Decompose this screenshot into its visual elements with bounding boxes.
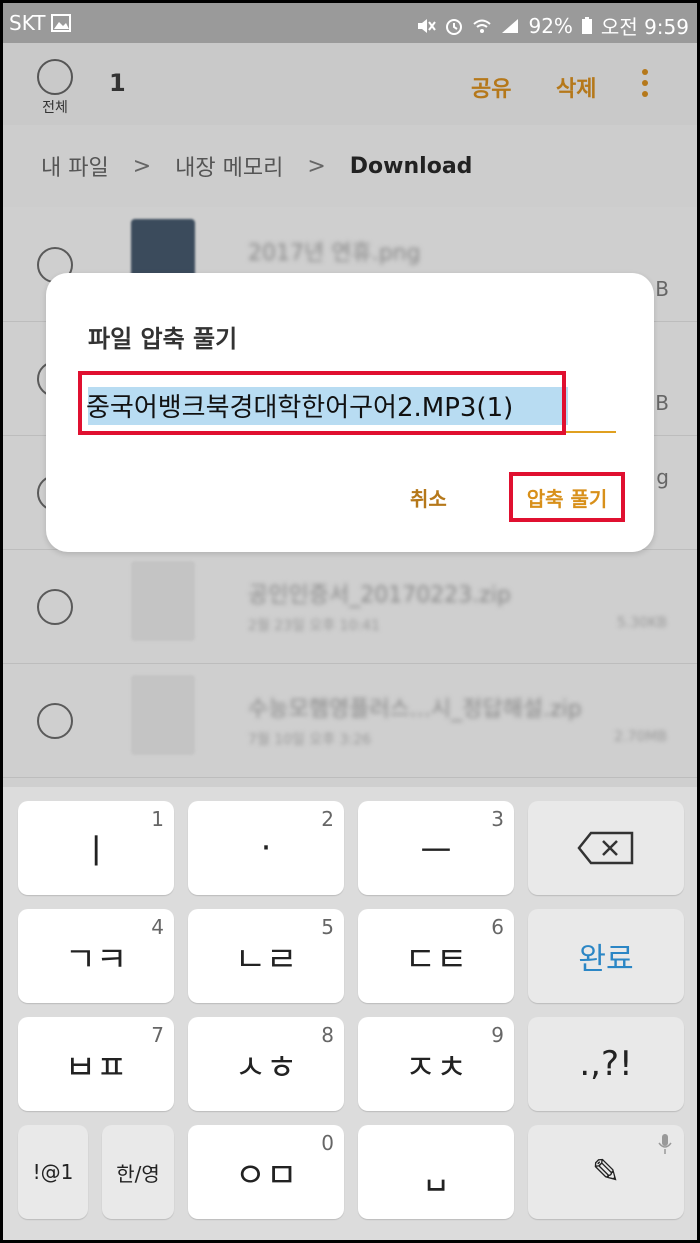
space-key[interactable]: ␣	[358, 1125, 514, 1219]
breadcrumb-separator: >	[132, 153, 152, 179]
file-name-edge: g	[656, 465, 669, 489]
backspace-icon	[528, 801, 684, 895]
item-checkbox-icon[interactable]	[37, 703, 73, 739]
key-dot[interactable]: 2 ·	[188, 801, 344, 895]
key-digeut-tieut[interactable]: 6 ㄷㅌ	[358, 909, 514, 1003]
breadcrumb-internal-storage[interactable]: 내장 메모리	[175, 150, 283, 182]
battery-percent: 92%	[528, 13, 573, 38]
delete-button[interactable]: 삭제	[556, 71, 596, 103]
key-jieut-chieut[interactable]: 9 ㅈㅊ	[358, 1017, 514, 1111]
clock: 오전 9:59	[600, 15, 689, 39]
file-size: 5.30KB	[617, 615, 667, 631]
item-checkbox-icon[interactable]	[37, 589, 73, 625]
key-ieung-mieum[interactable]: 0 ㅇㅁ	[188, 1125, 344, 1219]
file-date: 2월 23일 오후 10:41	[248, 618, 380, 634]
file-size-edge: B	[655, 277, 669, 301]
breadcrumb-current-folder: Download	[349, 153, 473, 179]
annotation-highlight-box	[78, 371, 566, 435]
zip-file-icon	[131, 561, 195, 641]
status-bar: SKT 92% 오전 9:59	[3, 3, 697, 43]
language-switch-key[interactable]: 한/영	[102, 1125, 174, 1219]
list-item[interactable]: 공인인증서_20170223.zip 2월 23일 오후 10:41 5.30K…	[3, 549, 697, 664]
share-button[interactable]: 공유	[471, 71, 511, 103]
key-bieup-pieup[interactable]: 7 ㅂㅍ	[18, 1017, 174, 1111]
key-nieun-rieul[interactable]: 5 ㄴㄹ	[188, 909, 344, 1003]
extract-button[interactable]: 압축 풀기	[509, 472, 625, 522]
select-all-toggle[interactable]: 전체	[33, 59, 77, 117]
key-i[interactable]: 1 ㅣ	[18, 801, 174, 895]
carrier-label: SKT	[9, 11, 46, 35]
done-key[interactable]: 완료	[528, 909, 684, 1003]
gallery-notification-icon	[51, 14, 72, 32]
key-giyeok-kieuk[interactable]: 4 ㄱㅋ	[18, 909, 174, 1003]
zip-file-icon	[131, 675, 195, 755]
cancel-button[interactable]: 취소	[410, 483, 447, 512]
space-bar-icon: ␣	[425, 1152, 447, 1192]
wifi-icon	[473, 19, 492, 33]
file-size-edge: B	[655, 391, 669, 415]
breadcrumb-my-files[interactable]: 내 파일	[41, 150, 109, 182]
keyboard: 1 ㅣ 2 · 3 ㅡ 4 ㄱㅋ 5 ㄴㄹ 6 ㄷㅌ 완료 7 ㅂㅍ 8 ㅅㅎ …	[3, 787, 697, 1240]
file-size: 2.70MB	[614, 729, 667, 745]
selection-app-bar: 전체 1 공유 삭제	[3, 43, 697, 125]
breadcrumb-separator: >	[307, 153, 326, 179]
handwriting-key[interactable]: ✎	[528, 1125, 684, 1219]
key-eu[interactable]: 3 ㅡ	[358, 801, 514, 895]
symbols-key[interactable]: !@1	[18, 1125, 88, 1219]
selected-count: 1	[109, 69, 126, 97]
breadcrumb: 내 파일 > 내장 메모리 > Download	[3, 125, 697, 207]
key-siot-hieut[interactable]: 8 ㅅㅎ	[188, 1017, 344, 1111]
select-all-label: 전체	[42, 100, 68, 116]
extract-dialog: 파일 압축 풀기 취소 압축 풀기	[46, 273, 654, 552]
punctuation-key[interactable]: .,?!	[528, 1017, 684, 1111]
mute-icon	[418, 18, 437, 33]
backspace-key[interactable]	[528, 801, 684, 895]
select-all-checkbox-icon	[37, 59, 73, 95]
screen: SKT 92% 오전 9:59 전체 1 공유 삭제 내 파일 > 내장 메모리…	[3, 3, 697, 1240]
file-date: 7월 10일 오후 3:26	[248, 732, 372, 748]
battery-icon	[581, 16, 592, 34]
alarm-icon	[446, 18, 463, 35]
signal-icon	[502, 18, 519, 33]
more-options-icon[interactable]	[639, 69, 651, 101]
file-name: 수능모햄영플러스...시_정답해설.zip	[248, 697, 582, 722]
file-name: 공인인증서_20170223.zip	[248, 583, 511, 608]
list-item[interactable]: 수능모햄영플러스...시_정답해설.zip 7월 10일 오후 3:26 2.7…	[3, 663, 697, 778]
dialog-title: 파일 압축 풀기	[88, 325, 238, 353]
microphone-icon	[658, 1133, 672, 1159]
file-name: 2017년 연휴.png	[248, 241, 421, 266]
